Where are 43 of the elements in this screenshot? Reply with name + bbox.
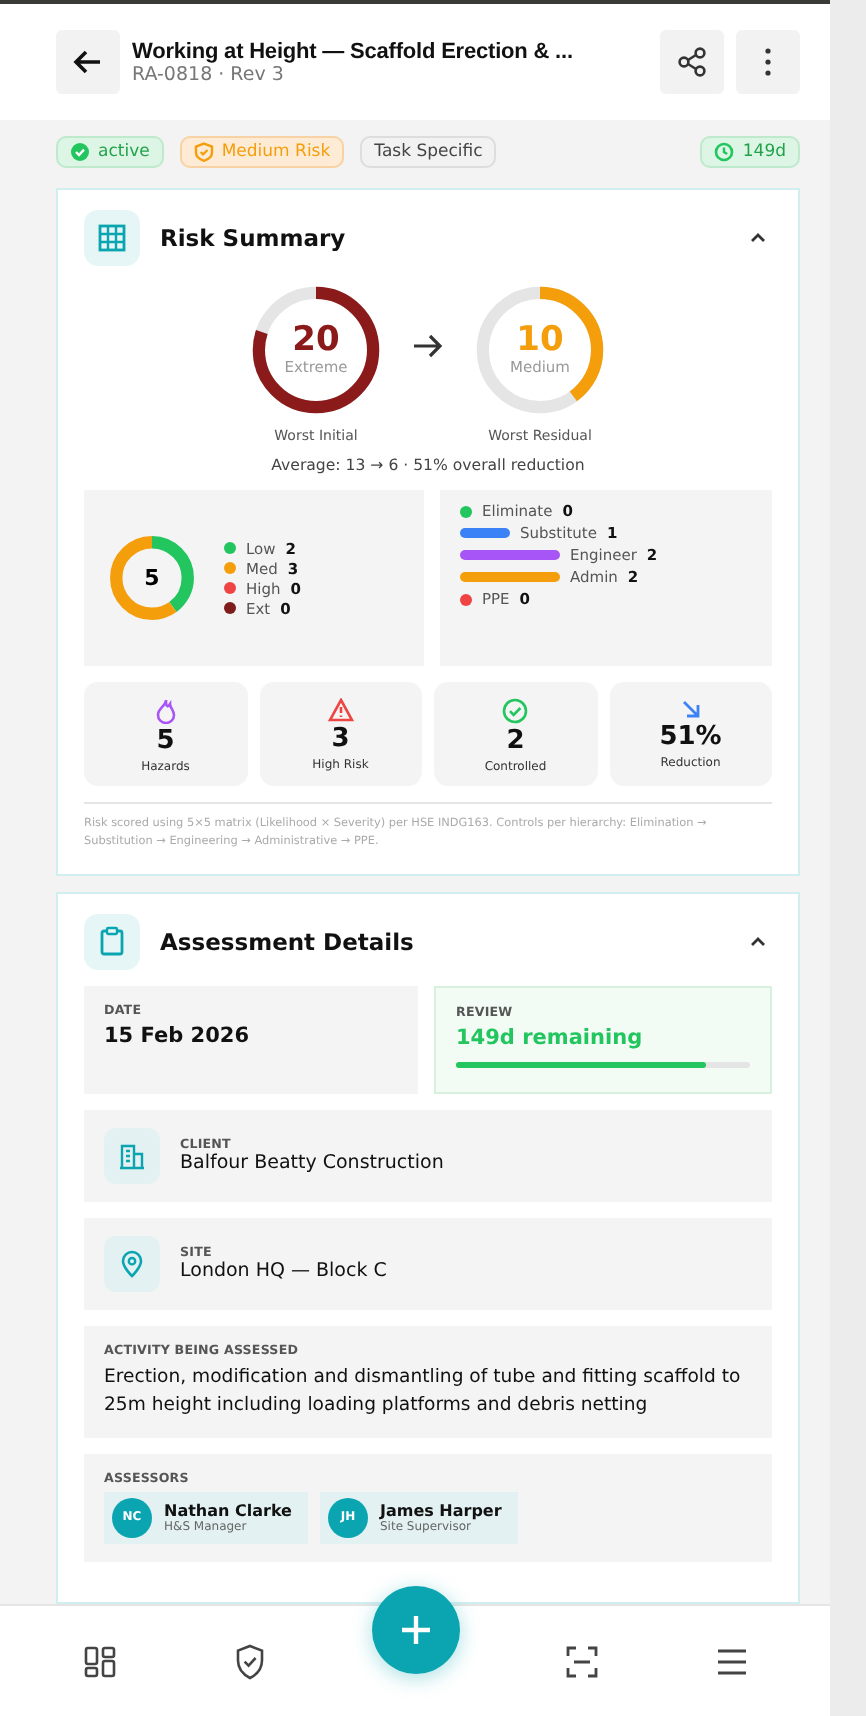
field-value: 15 Feb 2026 xyxy=(104,1023,252,1048)
more-icon xyxy=(764,46,772,78)
stat-value: 51% xyxy=(659,724,722,753)
assessor-name: James Harper xyxy=(379,1501,502,1520)
location-pin-icon xyxy=(104,1235,160,1292)
back-arrow-icon xyxy=(72,46,104,78)
stat-value: 5 xyxy=(156,728,175,757)
arrow-icon xyxy=(412,331,444,359)
dashboard-icon xyxy=(83,1645,115,1677)
field-value: Erection, modification and dismantling of tube and fitting scaffold to 25m height including loading platforms and debris netting xyxy=(104,1363,743,1420)
menu-icon xyxy=(715,1647,747,1675)
back-button[interactable] xyxy=(56,30,120,94)
assessor-name: Nathan Clarke xyxy=(164,1501,292,1520)
warning-icon xyxy=(327,698,354,722)
share-icon xyxy=(676,46,708,78)
risk-badge: Medium Risk xyxy=(179,136,345,168)
check-circle-icon xyxy=(502,698,529,724)
flame-icon xyxy=(153,698,178,724)
stat-value: 2 xyxy=(506,728,525,757)
scan-icon xyxy=(565,1645,597,1677)
stat-value: 3 xyxy=(331,726,350,755)
grid-icon xyxy=(84,210,140,266)
tag: Task Specific xyxy=(360,136,497,168)
risk-score: 20 xyxy=(292,324,340,358)
time-badge: 149d xyxy=(700,136,800,168)
total-count: 5 xyxy=(144,567,160,589)
field-value: 149d remaining xyxy=(456,1025,645,1050)
page-subtitle: RA-0818 · Rev 3 xyxy=(132,63,284,85)
page-title: Working at Height — Scaffold Erection & ... xyxy=(132,39,575,63)
down-right-arrow-icon xyxy=(679,698,702,720)
field-value: London HQ — Block C xyxy=(180,1259,387,1282)
clipboard-icon xyxy=(84,913,140,970)
section-title: Assessment Details xyxy=(160,927,416,956)
donut-chart xyxy=(108,534,196,622)
share-button[interactable] xyxy=(660,30,724,94)
status-badge: active xyxy=(56,136,164,168)
add-button[interactable] xyxy=(371,1585,459,1673)
risk-score: 10 xyxy=(516,324,564,358)
section-title: Risk Summary xyxy=(160,224,348,252)
shield-check-icon xyxy=(233,1643,265,1679)
field-value: Balfour Beatty Construction xyxy=(180,1151,444,1174)
building-icon xyxy=(104,1127,160,1184)
plus-icon xyxy=(399,1613,431,1645)
